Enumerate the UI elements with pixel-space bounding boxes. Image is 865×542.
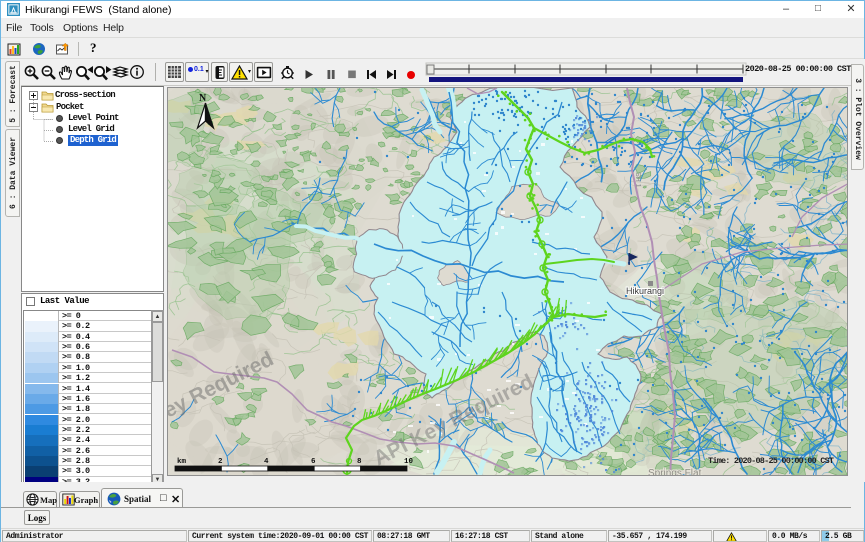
svg-text:6 : Data Viewer: 6 : Data Viewer (9, 137, 18, 209)
svg-text:6: 6 (311, 458, 316, 466)
svg-text:8: 8 (357, 458, 362, 466)
svg-text:5 : Forecast: 5 : Forecast (9, 65, 18, 123)
svg-text:Hikurangi: Hikurangi (626, 286, 664, 296)
svg-text:km: km (177, 458, 187, 466)
svg-text:10: 10 (404, 458, 414, 466)
svg-text:4: 4 (264, 458, 269, 466)
svg-text:3 : Plot Overview: 3 : Plot Overview (853, 78, 862, 160)
svg-text:Springs Flat: Springs Flat (648, 468, 702, 476)
svg-text:2: 2 (218, 458, 223, 466)
svg-text:Time: 2020-08-25 00:00:00 CST: Time: 2020-08-25 00:00:00 CST (708, 456, 834, 466)
svg-text:SH 1: SH 1 (634, 172, 641, 188)
svg-text:N: N (199, 93, 207, 104)
